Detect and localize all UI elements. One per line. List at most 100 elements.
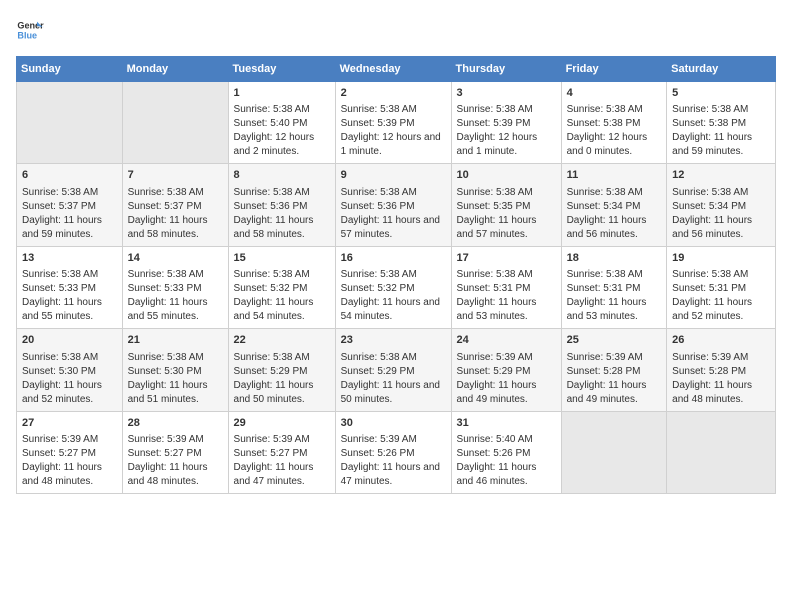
day-info: Sunrise: 5:38 AMSunset: 5:32 PMDaylight:… [341,268,446,324]
day-number: 20 [22,333,117,348]
day-number: 7 [128,168,223,183]
day-info: Sunrise: 5:38 AMSunset: 5:30 PMDaylight:… [128,351,223,407]
day-number: 25 [567,333,662,348]
day-info: Sunrise: 5:38 AMSunset: 5:39 PMDaylight:… [457,103,556,159]
col-header-monday: Monday [122,57,228,82]
calendar-cell: 14 Sunrise: 5:38 AMSunset: 5:33 PMDayligh… [122,246,228,328]
calendar-cell [17,82,123,164]
day-number: 27 [22,416,117,431]
day-info: Sunrise: 5:38 AMSunset: 5:38 PMDaylight:… [672,103,770,159]
calendar-cell: 11 Sunrise: 5:38 AMSunset: 5:34 PMDayligh… [561,164,667,246]
day-number: 15 [234,251,330,266]
day-info: Sunrise: 5:39 AMSunset: 5:27 PMDaylight:… [234,433,330,489]
day-number: 13 [22,251,117,266]
day-number: 16 [341,251,446,266]
day-number: 17 [457,251,556,266]
calendar-cell: 29 Sunrise: 5:39 AMSunset: 5:27 PMDayligh… [228,411,335,493]
calendar-cell: 31 Sunrise: 5:40 AMSunset: 5:26 PMDayligh… [451,411,561,493]
day-number: 11 [567,168,662,183]
day-info: Sunrise: 5:38 AMSunset: 5:31 PMDaylight:… [567,268,662,324]
day-number: 6 [22,168,117,183]
col-header-saturday: Saturday [667,57,776,82]
day-number: 31 [457,416,556,431]
day-number: 8 [234,168,330,183]
day-info: Sunrise: 5:39 AMSunset: 5:29 PMDaylight:… [457,351,556,407]
col-header-tuesday: Tuesday [228,57,335,82]
col-header-sunday: Sunday [17,57,123,82]
day-number: 9 [341,168,446,183]
day-info: Sunrise: 5:38 AMSunset: 5:40 PMDaylight:… [234,103,330,159]
calendar-table: SundayMondayTuesdayWednesdayThursdayFrid… [16,56,776,494]
day-info: Sunrise: 5:38 AMSunset: 5:33 PMDaylight:… [128,268,223,324]
calendar-cell: 20 Sunrise: 5:38 AMSunset: 5:30 PMDayligh… [17,329,123,411]
calendar-week-4: 20 Sunrise: 5:38 AMSunset: 5:30 PMDayligh… [17,329,776,411]
day-info: Sunrise: 5:39 AMSunset: 5:27 PMDaylight:… [128,433,223,489]
day-info: Sunrise: 5:39 AMSunset: 5:28 PMDaylight:… [567,351,662,407]
day-number: 14 [128,251,223,266]
col-header-wednesday: Wednesday [335,57,451,82]
col-header-friday: Friday [561,57,667,82]
day-info: Sunrise: 5:38 AMSunset: 5:37 PMDaylight:… [22,186,117,242]
calendar-cell [561,411,667,493]
calendar-cell: 18 Sunrise: 5:38 AMSunset: 5:31 PMDayligh… [561,246,667,328]
day-info: Sunrise: 5:39 AMSunset: 5:26 PMDaylight:… [341,433,446,489]
calendar-week-5: 27 Sunrise: 5:39 AMSunset: 5:27 PMDayligh… [17,411,776,493]
day-number: 12 [672,168,770,183]
calendar-cell: 12 Sunrise: 5:38 AMSunset: 5:34 PMDayligh… [667,164,776,246]
calendar-cell: 9Sunrise: 5:38 AMSunset: 5:36 PMDaylight… [335,164,451,246]
calendar-cell: 10Sunrise: 5:38 AMSunset: 5:35 PMDayligh… [451,164,561,246]
day-info: Sunrise: 5:38 AMSunset: 5:31 PMDaylight:… [672,268,770,324]
calendar-cell [667,411,776,493]
calendar-cell: 15 Sunrise: 5:38 AMSunset: 5:32 PMDayligh… [228,246,335,328]
day-info: Sunrise: 5:38 AMSunset: 5:33 PMDaylight:… [22,268,117,324]
day-number: 18 [567,251,662,266]
calendar-cell: 5 Sunrise: 5:38 AMSunset: 5:38 PMDaylight… [667,82,776,164]
day-number: 3 [457,86,556,101]
col-header-thursday: Thursday [451,57,561,82]
day-info: Sunrise: 5:39 AMSunset: 5:27 PMDaylight:… [22,433,117,489]
header-row: SundayMondayTuesdayWednesdayThursdayFrid… [17,57,776,82]
calendar-cell: 6 Sunrise: 5:38 AMSunset: 5:37 PMDaylight… [17,164,123,246]
day-info: Sunrise: 5:38 AMSunset: 5:34 PMDaylight:… [672,186,770,242]
calendar-cell: 4Sunrise: 5:38 AMSunset: 5:38 PMDaylight… [561,82,667,164]
day-number: 23 [341,333,446,348]
day-number: 29 [234,416,330,431]
calendar-cell: 8 Sunrise: 5:38 AMSunset: 5:36 PMDaylight… [228,164,335,246]
day-number: 24 [457,333,556,348]
calendar-cell: 27 Sunrise: 5:39 AMSunset: 5:27 PMDayligh… [17,411,123,493]
calendar-week-3: 13 Sunrise: 5:38 AMSunset: 5:33 PMDayligh… [17,246,776,328]
day-number: 5 [672,86,770,101]
calendar-week-2: 6 Sunrise: 5:38 AMSunset: 5:37 PMDaylight… [17,164,776,246]
day-number: 21 [128,333,223,348]
calendar-cell: 23Sunrise: 5:38 AMSunset: 5:29 PMDayligh… [335,329,451,411]
day-number: 19 [672,251,770,266]
day-info: Sunrise: 5:38 AMSunset: 5:39 PMDaylight:… [341,103,446,159]
day-info: Sunrise: 5:38 AMSunset: 5:31 PMDaylight:… [457,268,556,324]
logo-icon: General Blue [16,16,44,44]
calendar-cell: 3 Sunrise: 5:38 AMSunset: 5:39 PMDaylight… [451,82,561,164]
day-info: Sunrise: 5:38 AMSunset: 5:36 PMDaylight:… [234,186,330,242]
day-number: 2 [341,86,446,101]
day-info: Sunrise: 5:38 AMSunset: 5:34 PMDaylight:… [567,186,662,242]
day-info: Sunrise: 5:38 AMSunset: 5:37 PMDaylight:… [128,186,223,242]
calendar-cell [122,82,228,164]
calendar-cell: 22Sunrise: 5:38 AMSunset: 5:29 PMDayligh… [228,329,335,411]
day-info: Sunrise: 5:38 AMSunset: 5:32 PMDaylight:… [234,268,330,324]
day-info: Sunrise: 5:38 AMSunset: 5:30 PMDaylight:… [22,351,117,407]
day-number: 26 [672,333,770,348]
day-info: Sunrise: 5:39 AMSunset: 5:28 PMDaylight:… [672,351,770,407]
calendar-cell: 26 Sunrise: 5:39 AMSunset: 5:28 PMDayligh… [667,329,776,411]
day-info: Sunrise: 5:40 AMSunset: 5:26 PMDaylight:… [457,433,556,489]
calendar-cell: 13 Sunrise: 5:38 AMSunset: 5:33 PMDayligh… [17,246,123,328]
calendar-cell: 2 Sunrise: 5:38 AMSunset: 5:39 PMDaylight… [335,82,451,164]
logo: General Blue [16,16,44,44]
day-number: 22 [234,333,330,348]
calendar-cell: 17 Sunrise: 5:38 AMSunset: 5:31 PMDayligh… [451,246,561,328]
header: General Blue [16,16,776,44]
day-number: 28 [128,416,223,431]
calendar-cell: 24 Sunrise: 5:39 AMSunset: 5:29 PMDayligh… [451,329,561,411]
day-number: 10 [457,168,556,183]
calendar-cell: 25 Sunrise: 5:39 AMSunset: 5:28 PMDayligh… [561,329,667,411]
calendar-cell: 28 Sunrise: 5:39 AMSunset: 5:27 PMDayligh… [122,411,228,493]
calendar-cell: 30Sunrise: 5:39 AMSunset: 5:26 PMDayligh… [335,411,451,493]
